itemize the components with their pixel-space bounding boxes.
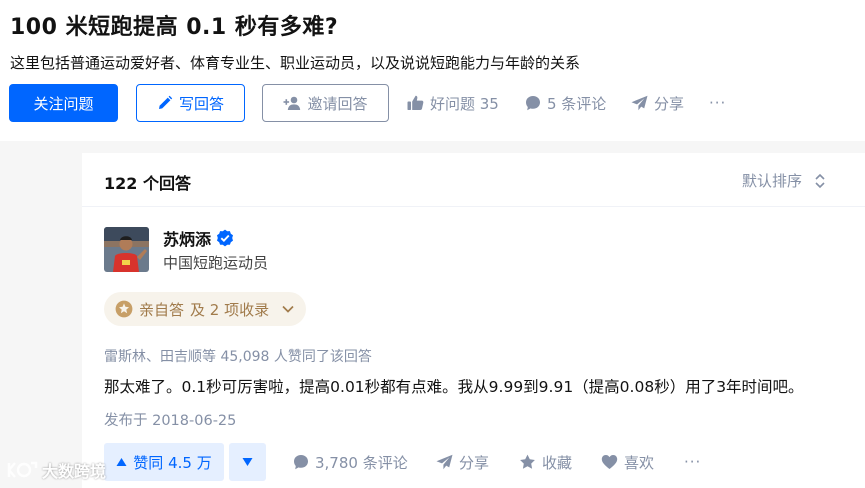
author-name[interactable]: 苏炳添 [163, 226, 234, 250]
triangle-up-icon [116, 458, 127, 466]
collection-label: 及 2 项收录 [190, 300, 270, 319]
good-question-button[interactable]: 好问题 35 [407, 92, 499, 114]
more-dots-icon: ··· [709, 94, 727, 112]
comment-icon [526, 96, 540, 111]
watermark: 大数跨境 [6, 457, 106, 483]
question-share-button[interactable]: 分享 [631, 92, 684, 114]
author-name-text: 苏炳添 [163, 230, 212, 249]
self-answer-label: 亲自答 [139, 300, 185, 319]
heart-icon [601, 455, 618, 469]
share-icon [436, 454, 453, 470]
like-label: 喜欢 [624, 453, 655, 472]
triangle-down-icon [242, 458, 253, 466]
watermark-text: 大数跨境 [42, 462, 107, 481]
write-answer-button[interactable]: 写回答 [136, 84, 245, 122]
question-share-label: 分享 [654, 94, 685, 113]
answer-share-label: 分享 [459, 453, 490, 472]
vote-up-label: 赞同 4.5 万 [133, 453, 212, 472]
author-avatar[interactable] [104, 227, 149, 272]
chevron-down-icon [282, 305, 294, 313]
question-header: 100 米短跑提高 0.1 秒有多难? 这里包括普通运动爱好者、体育专业生、职业… [0, 0, 865, 141]
verified-badge-icon [217, 229, 234, 247]
author-description: 中国短跑运动员 [163, 254, 269, 272]
question-description: 这里包括普通运动爱好者、体育专业生、职业运动员，以及说说短跑能力与年龄的关系 [10, 54, 581, 72]
answer-content: 那太难了。0.1秒可厉害啦，提高0.01秒都有点难。我从9.99到9.91（提高… [104, 378, 804, 396]
answer-count: 122 个回答 [104, 174, 191, 193]
invite-answer-button[interactable]: 邀请回答 [262, 84, 389, 122]
follow-question-label: 关注问题 [33, 94, 94, 113]
more-dots-icon: ··· [684, 453, 702, 471]
sort-label: 默认排序 [742, 172, 803, 190]
comment-icon [294, 455, 308, 470]
answer-comments-label: 3,780 条评论 [315, 453, 408, 472]
good-question-label: 好问题 35 [430, 94, 499, 113]
watermark-logo-icon [7, 461, 38, 478]
favorite-button[interactable]: 收藏 [519, 451, 572, 473]
question-comments-button[interactable]: 5 条评论 [525, 92, 606, 114]
thumbs-up-icon [407, 95, 424, 110]
share-icon [631, 95, 648, 111]
write-answer-label: 写回答 [178, 94, 224, 113]
question-title: 100 米短跑提高 0.1 秒有多难? [10, 15, 339, 40]
vote-up-button[interactable]: 赞同 4.5 万 [104, 443, 224, 481]
follow-question-button[interactable]: 关注问题 [9, 84, 118, 122]
sort-dropdown[interactable]: 默认排序 [742, 170, 826, 191]
answer-more-button[interactable]: ··· [684, 451, 701, 473]
avatar-photo [104, 227, 149, 272]
self-answer-icon [115, 300, 133, 318]
answer-card: 122 个回答 默认排序 苏炳添 中国短跑运动员 亲自答 及 2 项收录 雷斯林… [82, 153, 865, 488]
add-user-icon [283, 96, 301, 110]
vote-down-button[interactable] [229, 443, 266, 481]
like-button[interactable]: 喜欢 [601, 451, 654, 473]
voters-summary: 雷斯林、田吉顺等 45,098 人赞同了该回答 [104, 349, 372, 365]
answer-share-button[interactable]: 分享 [436, 451, 489, 473]
answer-comments-button[interactable]: 3,780 条评论 [293, 451, 408, 473]
answers-bar: 122 个回答 默认排序 [82, 153, 865, 207]
star-icon [520, 454, 535, 469]
question-more-button[interactable]: ··· [709, 92, 726, 114]
publish-date[interactable]: 发布于 2018-06-25 [104, 409, 236, 430]
sort-updown-icon [815, 173, 825, 188]
question-comments-label: 5 条评论 [547, 94, 607, 113]
pencil-icon [158, 95, 173, 109]
invite-answer-label: 邀请回答 [307, 94, 368, 113]
favorite-label: 收藏 [542, 453, 573, 472]
collection-badge[interactable]: 亲自答 及 2 项收录 [104, 292, 306, 326]
